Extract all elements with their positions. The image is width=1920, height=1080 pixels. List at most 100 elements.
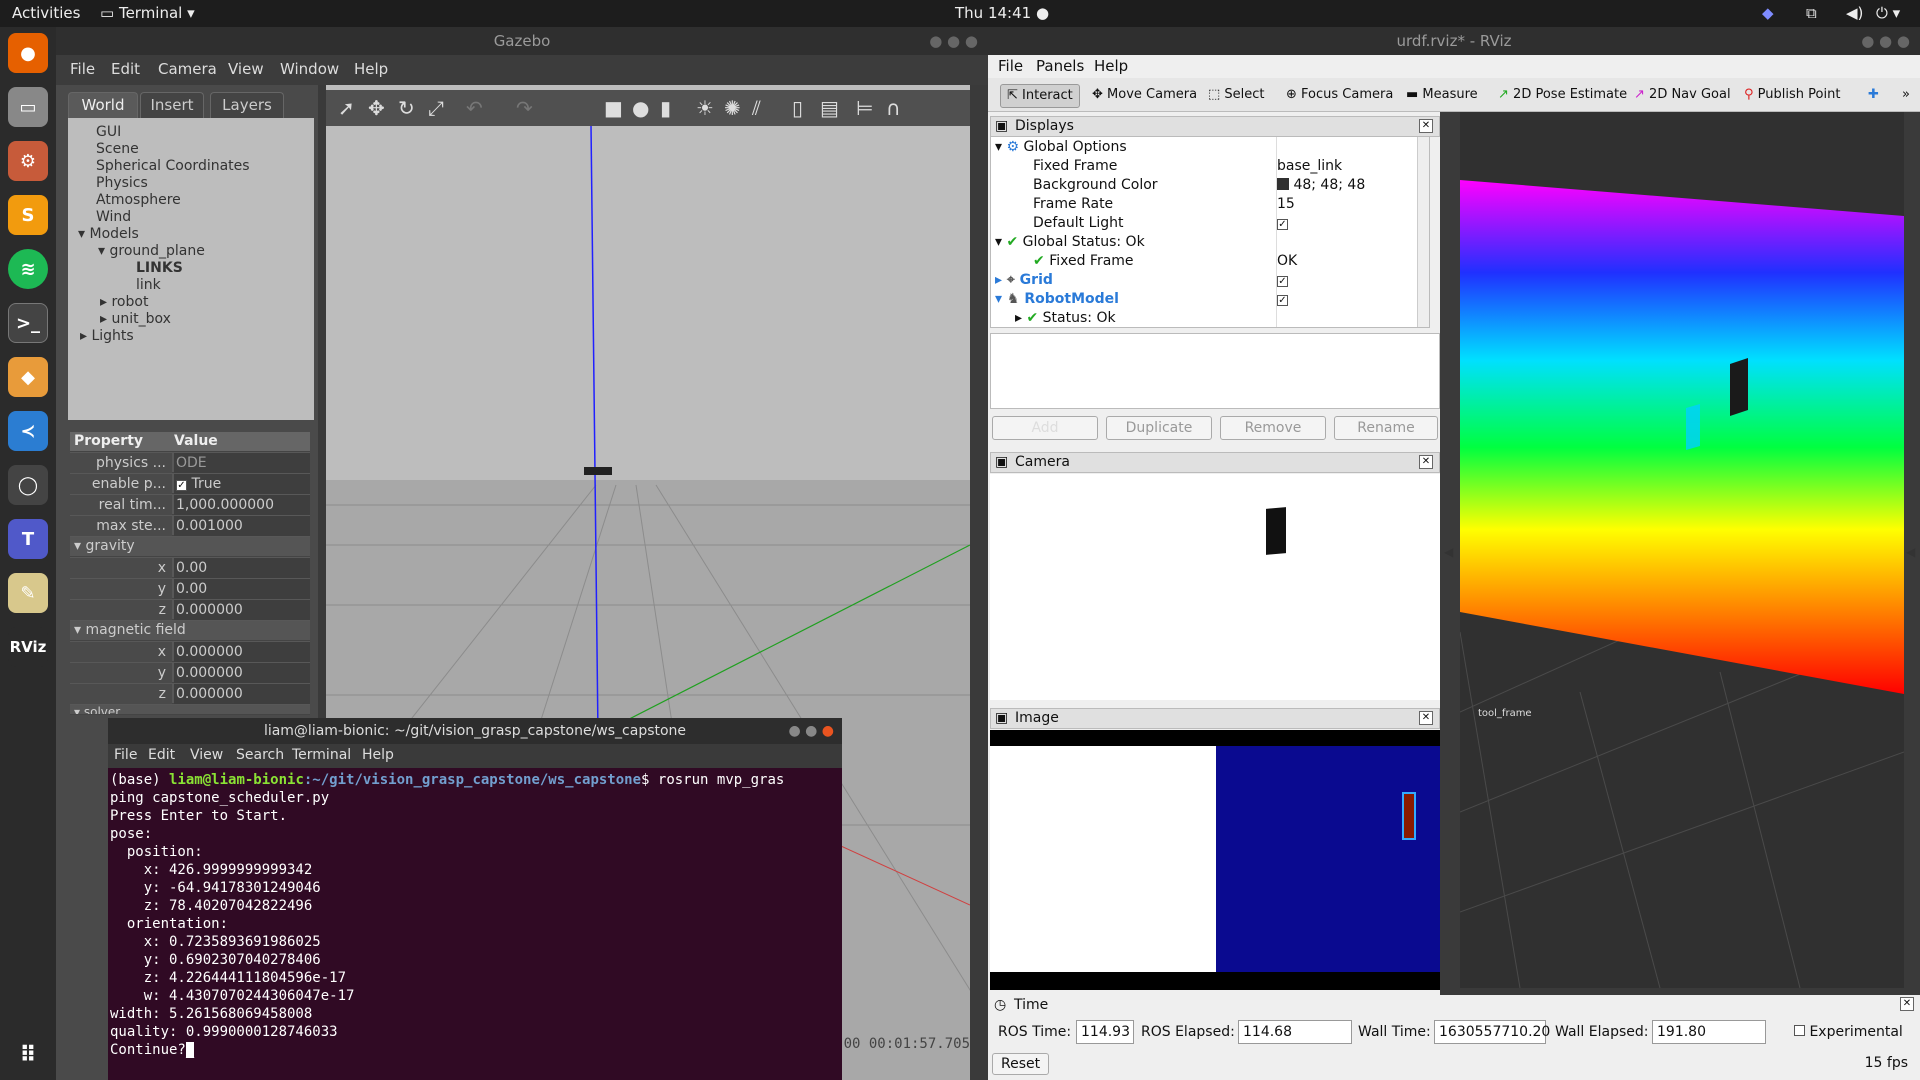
display-frame-rate-value[interactable]: 15 xyxy=(1277,196,1295,212)
cylinder-shape-icon[interactable]: ▮ xyxy=(660,96,671,120)
prop-value[interactable]: 0.00 xyxy=(174,558,310,578)
software-icon[interactable]: ⚙ xyxy=(8,141,48,181)
close-icon[interactable]: ✕ xyxy=(1419,455,1433,469)
prop-value[interactable]: 0.000000 xyxy=(174,663,310,683)
ros-time-field[interactable]: 114.93 xyxy=(1076,1020,1134,1044)
wall-time-field[interactable]: 1630557710.20 xyxy=(1434,1020,1550,1044)
align-icon[interactable]: ⊨ xyxy=(856,96,873,120)
github-icon[interactable]: ◯ xyxy=(8,465,48,505)
prop-value[interactable]: 1,000.000000 xyxy=(174,495,310,515)
activities-button[interactable]: Activities xyxy=(12,4,80,22)
rviz-menu-help[interactable]: Help xyxy=(1094,57,1128,75)
rviz-menu-file[interactable]: File xyxy=(998,57,1023,75)
undo-icon[interactable]: ↶ xyxy=(466,96,483,120)
teams-tray-icon[interactable]: ◆ xyxy=(1762,4,1774,22)
close-icon[interactable]: ✕ xyxy=(1900,997,1914,1011)
show-apps-icon[interactable]: ⠿ xyxy=(8,1035,48,1075)
rviz-3d-view[interactable]: tool_frame xyxy=(1460,112,1904,988)
scale-mode-icon[interactable]: ⤢ xyxy=(428,96,444,120)
reset-button[interactable]: Reset xyxy=(992,1053,1050,1075)
image-view[interactable] xyxy=(990,730,1440,990)
prop-value[interactable]: 0.000000 xyxy=(174,600,310,620)
tree-item-unit-box[interactable]: ▸ unit_box xyxy=(100,311,171,327)
tool-focus-camera[interactable]: ⊕ Focus Camera xyxy=(1286,84,1393,108)
terminal-menu-file[interactable]: File xyxy=(114,747,137,763)
terminal-menu-edit[interactable]: Edit xyxy=(148,747,175,763)
teams-icon[interactable]: T xyxy=(8,519,48,559)
checkbox[interactable]: ✓ xyxy=(176,480,187,491)
close-icon[interactable]: ✕ xyxy=(1419,119,1433,133)
prop-group-magnetic[interactable]: ▾ magnetic field xyxy=(70,621,310,641)
prop-value[interactable]: ✓ True xyxy=(174,474,310,494)
display-fixed-frame[interactable]: Fixed Frame xyxy=(1033,158,1117,174)
checkbox[interactable]: ✓ xyxy=(1277,219,1288,230)
right-dock-collapse-icon[interactable]: ◀ xyxy=(1906,545,1915,559)
gazebo-menu-file[interactable]: File xyxy=(70,60,95,78)
tree-item-ground-plane[interactable]: ▾ ground_plane xyxy=(98,243,205,259)
prop-row[interactable]: x 0.00 xyxy=(70,558,310,578)
firefox-icon[interactable]: ● xyxy=(8,33,48,73)
display-global-status[interactable]: ▾ ✔ Global Status: Ok xyxy=(995,234,1145,250)
display-robot-model[interactable]: ▾ ♞ RobotModel xyxy=(995,291,1119,307)
camera-view[interactable] xyxy=(990,474,1440,700)
text-editor-icon[interactable]: ✎ xyxy=(8,573,48,613)
wall-elapsed-field[interactable]: 191.80 xyxy=(1652,1020,1766,1044)
toolbar-overflow-icon[interactable]: » xyxy=(1902,84,1910,108)
prop-row[interactable]: real tim... 1,000.000000 xyxy=(70,495,310,515)
rename-display-button[interactable]: Rename xyxy=(1334,416,1438,440)
tool-2d-nav-goal[interactable]: ↗ 2D Nav Goal xyxy=(1634,84,1731,108)
terminal-menu-view[interactable]: View xyxy=(190,747,223,763)
tree-item-scene[interactable]: Scene xyxy=(96,141,139,157)
tool-move-camera[interactable]: ✥ Move Camera xyxy=(1092,84,1197,108)
redo-icon[interactable]: ↷ xyxy=(516,96,533,120)
vscode-icon[interactable]: ≺ xyxy=(8,411,48,451)
prop-value[interactable]: 0.001000 xyxy=(174,516,310,536)
rviz-window-controls[interactable]: ● ● ● xyxy=(1861,27,1910,55)
volume-icon[interactable]: ◀) xyxy=(1846,4,1863,22)
tree-item-physics[interactable]: Physics xyxy=(96,175,148,191)
prop-group-gravity[interactable]: ▾ gravity xyxy=(70,537,310,557)
snap-icon[interactable]: ∩ xyxy=(886,96,901,120)
display-global-options[interactable]: ▾ ⚙ Global Options xyxy=(995,139,1127,155)
add-display-button[interactable]: Add xyxy=(992,416,1098,440)
sublime-merge-icon[interactable]: ◆ xyxy=(8,357,48,397)
add-tool-icon[interactable]: ✚ xyxy=(1868,84,1879,108)
display-fixed-frame-value[interactable]: base_link xyxy=(1277,158,1342,174)
prop-row[interactable]: z 0.000000 xyxy=(70,684,310,704)
display-grid[interactable]: ▸ ⌖ Grid xyxy=(995,272,1053,288)
prop-value[interactable]: 0.000000 xyxy=(174,684,310,704)
prop-row[interactable]: x 0.000000 xyxy=(70,642,310,662)
files-icon[interactable]: ▭ xyxy=(8,87,48,127)
rviz-menu-panels[interactable]: Panels xyxy=(1036,57,1084,75)
tree-item-lights[interactable]: ▸ Lights xyxy=(80,328,134,344)
terminal-window-controls[interactable]: ● ● ● xyxy=(788,718,834,744)
display-background-color-value[interactable]: 48; 48; 48 xyxy=(1277,177,1365,193)
network-icon[interactable]: ⧉ xyxy=(1806,4,1817,22)
default-light-checkbox[interactable]: ✓ xyxy=(1277,215,1288,231)
close-icon[interactable]: ✕ xyxy=(1419,711,1433,725)
ros-elapsed-field[interactable]: 114.68 xyxy=(1238,1020,1352,1044)
app-menu[interactable]: ▭ Terminal ▾ xyxy=(100,4,195,22)
prop-value[interactable]: 0.000000 xyxy=(174,642,310,662)
prop-row[interactable]: physics ... ODE xyxy=(70,453,310,473)
gazebo-menu-help[interactable]: Help xyxy=(354,60,388,78)
gazebo-menu-view[interactable]: View xyxy=(228,60,264,78)
tree-item-links[interactable]: LINKS xyxy=(136,260,183,276)
duplicate-display-button[interactable]: Duplicate xyxy=(1106,416,1212,440)
tool-2d-pose-estimate[interactable]: ↗ 2D Pose Estimate xyxy=(1498,84,1627,108)
prop-row[interactable]: enable p... ✓ True xyxy=(70,474,310,494)
grid-checkbox[interactable]: ✓ xyxy=(1277,272,1288,288)
display-background-color[interactable]: Background Color xyxy=(1033,177,1158,193)
copy-icon[interactable]: ▯ xyxy=(792,96,803,120)
tree-item-spherical[interactable]: Spherical Coordinates xyxy=(96,158,250,174)
tool-publish-point[interactable]: ⚲ Publish Point xyxy=(1744,84,1840,108)
translate-mode-icon[interactable]: ✥ xyxy=(368,96,385,120)
checkbox[interactable] xyxy=(1794,1025,1805,1036)
terminal-menu-search[interactable]: Search xyxy=(236,747,284,763)
prop-value[interactable]: 0.00 xyxy=(174,579,310,599)
prop-row[interactable]: y 0.000000 xyxy=(70,663,310,683)
tree-item-robot[interactable]: ▸ robot xyxy=(100,294,148,310)
rotate-mode-icon[interactable]: ↻ xyxy=(398,96,415,120)
box-shape-icon[interactable]: ■ xyxy=(604,96,623,120)
tool-select[interactable]: ⬚ Select xyxy=(1208,84,1265,108)
